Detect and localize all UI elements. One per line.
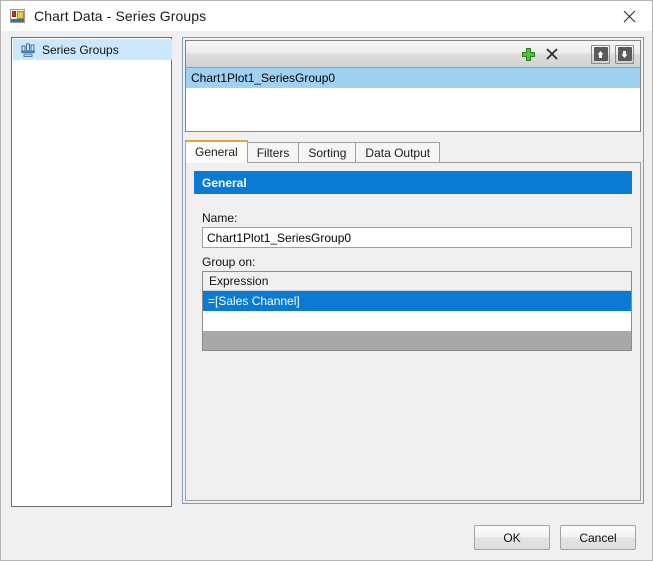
tab-sorting[interactable]: Sorting [298, 142, 357, 163]
group-on-grid[interactable]: Expression =[Sales Channel] [202, 271, 632, 351]
arrow-down-icon[interactable] [615, 44, 634, 64]
list-toolbar [186, 41, 640, 68]
cancel-button[interactable]: Cancel [560, 525, 636, 550]
tab-data-output[interactable]: Data Output [355, 142, 441, 163]
tab-general-label: General [195, 144, 238, 159]
sidebar-item-label: Series Groups [42, 42, 119, 57]
group-list[interactable]: Chart1Plot1_SeriesGroup0 [186, 68, 640, 131]
sidebar-item-series-groups[interactable]: Series Groups [13, 39, 172, 60]
section-header-general: General [194, 171, 632, 194]
list-item-label: Chart1Plot1_SeriesGroup0 [191, 71, 336, 85]
window-title: Chart Data - Series Groups [34, 8, 207, 24]
name-input[interactable]: Chart1Plot1_SeriesGroup0 [202, 227, 632, 248]
x-delete-icon[interactable] [541, 43, 563, 65]
tab-panel-general: General Name: Chart1Plot1_SeriesGroup0 G… [185, 162, 641, 501]
grid-header-row: Expression [203, 272, 631, 291]
series-groups-panel: Chart1Plot1_SeriesGroup0 General Filters… [182, 37, 644, 504]
tab-strip: General Filters Sorting Data Output [185, 140, 441, 163]
tab-general[interactable]: General [185, 140, 248, 163]
title-bar: Chart Data - Series Groups [1, 1, 652, 31]
report-chart-icon [10, 8, 26, 24]
ok-button[interactable]: OK [474, 525, 550, 550]
ok-button-label: OK [503, 530, 521, 545]
table-row[interactable] [203, 311, 631, 331]
chart-data-dialog: Chart Data - Series Groups Series Groups [0, 0, 653, 561]
group-on-label: Group on: [202, 255, 256, 269]
section-header-label: General [202, 175, 247, 190]
arrow-up-icon[interactable] [591, 44, 610, 64]
list-item[interactable]: Chart1Plot1_SeriesGroup0 [186, 68, 640, 88]
grid-column-header-expression: Expression [209, 274, 269, 288]
grid-empty-area [203, 331, 631, 350]
bar-chart-icon [20, 42, 36, 58]
grid-cell-expression: =[Sales Channel] [208, 294, 300, 308]
active-tab-seam [186, 161, 240, 163]
name-label: Name: [202, 211, 238, 225]
group-list-block: Chart1Plot1_SeriesGroup0 [185, 40, 641, 132]
close-icon[interactable] [607, 2, 652, 31]
table-row[interactable]: =[Sales Channel] [203, 291, 631, 311]
navigation-tree-panel: Series Groups [11, 37, 172, 507]
tab-control: General Filters Sorting Data Output Gene… [185, 140, 641, 501]
tab-sorting-label: Sorting [308, 146, 347, 160]
tab-filters-label: Filters [256, 146, 290, 160]
cancel-button-label: Cancel [579, 530, 617, 545]
plus-icon[interactable] [517, 43, 539, 65]
tab-filters[interactable]: Filters [246, 142, 300, 163]
name-input-value: Chart1Plot1_SeriesGroup0 [207, 230, 352, 245]
tab-data-output-label: Data Output [365, 146, 431, 160]
